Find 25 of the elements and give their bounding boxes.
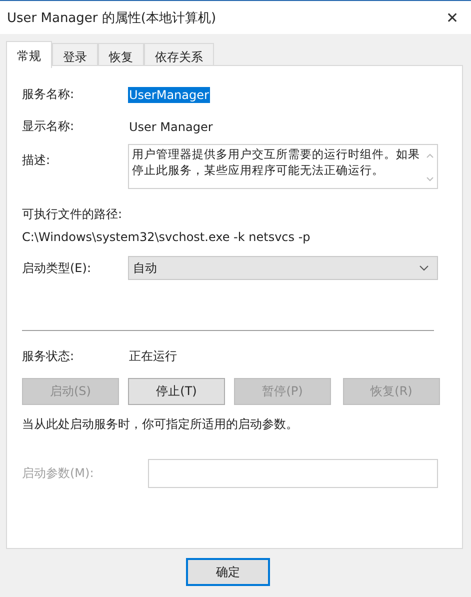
field-label: 服务名称: [22, 86, 76, 103]
description-box[interactable]: 用户管理器提供多用户交互所需要的运行时组件。如果停止此服务，某些应用程序可能无法正确运行。 [128, 144, 438, 189]
field-label: 启动类型(E): [22, 260, 92, 276]
tab[interactable]: 常规 [6, 41, 52, 68]
display-name-value: User Manager [128, 118, 214, 134]
close-button[interactable]: ✕ [442, 8, 463, 26]
tab[interactable]: 登录 [52, 43, 98, 67]
scroll-up-icon[interactable] [426, 153, 434, 158]
field-label: 服务状态: [22, 348, 76, 365]
chevron-down-icon [419, 265, 429, 271]
window-title: User Manager 的属性(本地计算机) [7, 10, 216, 26]
startup-type-dropdown[interactable]: 自动 [128, 256, 438, 280]
path-value: C:\Windows\system32\svchost.exe -k netsvcs -p [22, 230, 312, 244]
status-value: 正在运行 [128, 348, 178, 365]
tab[interactable]: 恢复 [98, 43, 144, 67]
field-label: 显示名称: [22, 118, 76, 135]
field-label: 启动参数(M): [22, 465, 95, 482]
tab[interactable]: 依存关系 [144, 43, 214, 67]
field-label: 描述: [22, 152, 52, 169]
hint-text: 当从此处启动服务时，你可指定所适用的启动参数。 [22, 416, 299, 433]
service-button[interactable]: 停止(T) [128, 378, 225, 405]
field-label: 可执行文件的路径: [22, 206, 124, 223]
ok-button[interactable]: 确定 [186, 558, 270, 586]
service-name-value[interactable]: UserManager [128, 86, 210, 102]
scroll-down-icon[interactable] [426, 177, 434, 182]
